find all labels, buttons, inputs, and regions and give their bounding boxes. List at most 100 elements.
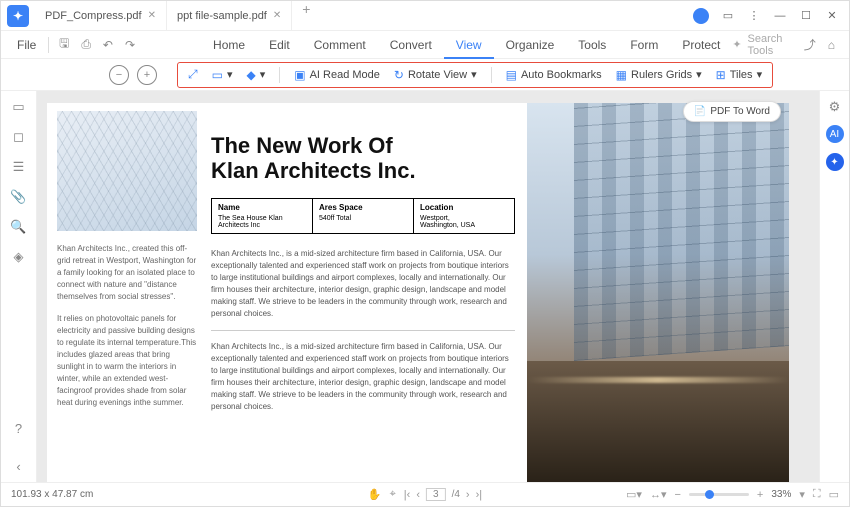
label: Tiles (730, 69, 753, 81)
attachments-icon[interactable]: 📎 (11, 189, 27, 205)
view-mode-icon[interactable]: ▭▾ (626, 488, 642, 501)
fullscreen-icon[interactable]: ⛶ (813, 488, 821, 501)
close-icon[interactable]: ✕ (148, 10, 156, 21)
tab-convert[interactable]: Convert (378, 31, 444, 59)
statusbar: 101.93 x 47.87 cm ✋ ⌖ |‹ ‹ 3 /4 › ›| ▭▾ … (1, 482, 849, 506)
ai-assistant-icon[interactable]: AI (826, 125, 844, 143)
bookmarks-icon[interactable]: ◻ (11, 129, 27, 145)
ai-tools-icon[interactable]: ✦ (826, 153, 844, 171)
first-page-button[interactable]: |‹ (404, 489, 411, 501)
tab-view[interactable]: View (444, 31, 494, 59)
maximize-button[interactable]: ☐ (799, 9, 813, 23)
last-page-button[interactable]: ›| (476, 489, 483, 501)
tab-comment[interactable]: Comment (302, 31, 378, 59)
presentation-icon[interactable]: ▭ (829, 488, 839, 501)
building-thumbnail-image (57, 111, 197, 231)
menubar: File 🖫 ⎙ ↶ ↷ Home Edit Comment Convert V… (1, 31, 849, 59)
redo-icon[interactable]: ↷ (119, 38, 141, 52)
table-cell-location: Location Westport, Washington, USA (414, 199, 514, 233)
thumbnails-icon[interactable]: ▭ (11, 99, 27, 115)
print-icon[interactable]: ⎙ (75, 37, 97, 52)
tab-edit[interactable]: Edit (257, 31, 302, 59)
rotate-view-button[interactable]: ↻Rotate View▾ (394, 68, 477, 82)
word-icon: 📄 (694, 106, 706, 117)
close-icon[interactable]: ✕ (273, 10, 281, 21)
titlebar: ✦ PDF_Compress.pdf ✕ ppt file-sample.pdf… (1, 1, 849, 31)
select-tool-icon[interactable]: ⌖ (390, 488, 396, 501)
tab-ppt-sample[interactable]: ppt file-sample.pdf ✕ (167, 1, 292, 30)
slider-thumb[interactable] (705, 490, 714, 499)
hand-tool-icon[interactable]: ✋ (368, 488, 382, 501)
minimize-button[interactable]: — (773, 9, 787, 23)
tab-form[interactable]: Form (618, 31, 670, 59)
left-paragraph-1: Khan Architects Inc., created this off-g… (57, 243, 197, 303)
tab-organize[interactable]: Organize (494, 31, 567, 59)
properties-icon[interactable]: ⚙ (827, 99, 843, 115)
search-placeholder: Search Tools (748, 33, 790, 57)
page-number-input[interactable]: 3 (426, 488, 446, 501)
window-more-icon[interactable]: ⋮ (747, 9, 761, 23)
view-options-group: ⤢ ▭▾ ◆▾ ▣AI Read Mode ↻Rotate View▾ ▤ Aut… (177, 62, 773, 88)
help-icon[interactable]: ? (11, 420, 27, 436)
user-avatar-icon[interactable] (693, 8, 709, 24)
cell-value: Westport, (420, 215, 508, 222)
layers-icon[interactable]: ◈ (11, 249, 27, 265)
next-page-button[interactable]: › (466, 489, 470, 501)
tab-home[interactable]: Home (201, 31, 257, 59)
zoom-out-icon[interactable]: − (674, 489, 680, 501)
pdf-to-word-button[interactable]: 📄 PDF To Word (683, 101, 781, 122)
comments-icon[interactable]: ☰ (11, 159, 27, 175)
ai-read-mode-button[interactable]: ▣AI Read Mode (294, 68, 380, 82)
undo-icon[interactable]: ↶ (97, 38, 119, 52)
tiles-button[interactable]: ⊞Tiles▾ (716, 68, 762, 82)
file-menu[interactable]: File (9, 38, 44, 52)
prev-page-button[interactable]: ‹ (416, 489, 420, 501)
bookmark-icon: ▤ (506, 68, 517, 82)
info-table: Name The Sea House Klan Architects Inc A… (211, 198, 515, 234)
chevron-down-icon[interactable]: ▾ (799, 488, 805, 501)
cell-value: Architects Inc (218, 222, 306, 229)
save-icon[interactable]: 🖫 (53, 34, 75, 55)
document-tabs: PDF_Compress.pdf ✕ ppt file-sample.pdf ✕… (35, 1, 683, 30)
label: Rulers Grids (631, 69, 692, 81)
search-panel-icon[interactable]: 🔍 (11, 219, 27, 235)
zoom-out-button[interactable]: − (109, 65, 129, 85)
label: AI Read Mode (310, 69, 380, 81)
headline-line1: The New Work Of (211, 133, 515, 158)
window-menu-icon[interactable]: ▭ (721, 9, 735, 23)
page-content: Khan Architects Inc., created this off-g… (47, 103, 789, 482)
tab-pdf-compress[interactable]: PDF_Compress.pdf ✕ (35, 1, 167, 30)
rulers-grids-button[interactable]: ▦Rulers Grids▾ (616, 68, 702, 82)
search-tools[interactable]: ✦ Search Tools (732, 33, 797, 57)
cell-value: 540ff Total (319, 215, 407, 222)
share-icon[interactable]: ⤴ (798, 36, 822, 53)
background-button[interactable]: ◆▾ (246, 68, 265, 82)
tab-tools[interactable]: Tools (566, 31, 618, 59)
table-cell-name: Name The Sea House Klan Architects Inc (212, 199, 313, 233)
collapse-left-icon[interactable]: ‹ (11, 458, 27, 474)
close-window-button[interactable]: ✕ (825, 9, 839, 23)
cell-header: Location (420, 203, 508, 212)
auto-bookmarks-button[interactable]: ▤ Auto Bookmarks (506, 68, 602, 82)
zoom-in-icon[interactable]: + (757, 489, 763, 501)
zoom-in-button[interactable]: + (137, 65, 157, 85)
tab-protect[interactable]: Protect (670, 31, 732, 59)
left-paragraph-2: It relies on photovoltaic panels for ele… (57, 313, 197, 409)
cell-header: Ares Space (319, 203, 407, 212)
fit-page-button[interactable]: ⤢ (188, 67, 198, 82)
mid-paragraph-2: Khan Architects Inc., is a mid-sized arc… (211, 341, 515, 413)
page-layout-button[interactable]: ▭▾ (212, 68, 233, 82)
label: Rotate View (408, 69, 467, 81)
zoom-slider[interactable] (689, 493, 749, 496)
headline-line2: Klan Architects Inc. (211, 158, 515, 183)
cell-value: The Sea House Klan (218, 215, 306, 222)
fit-width-icon[interactable]: ↔▾ (650, 488, 667, 501)
tab-label: ppt file-sample.pdf (177, 10, 267, 22)
separator (48, 37, 49, 53)
document-canvas[interactable]: 📄 PDF To Word Khan Architects Inc., crea… (37, 91, 819, 482)
home-icon[interactable]: ⌂ (822, 38, 841, 52)
app-logo-icon: ✦ (7, 5, 29, 27)
label: Auto Bookmarks (521, 69, 602, 81)
add-tab-button[interactable]: + (292, 1, 320, 30)
page-middle-column: The New Work Of Klan Architects Inc. Nam… (207, 103, 527, 482)
